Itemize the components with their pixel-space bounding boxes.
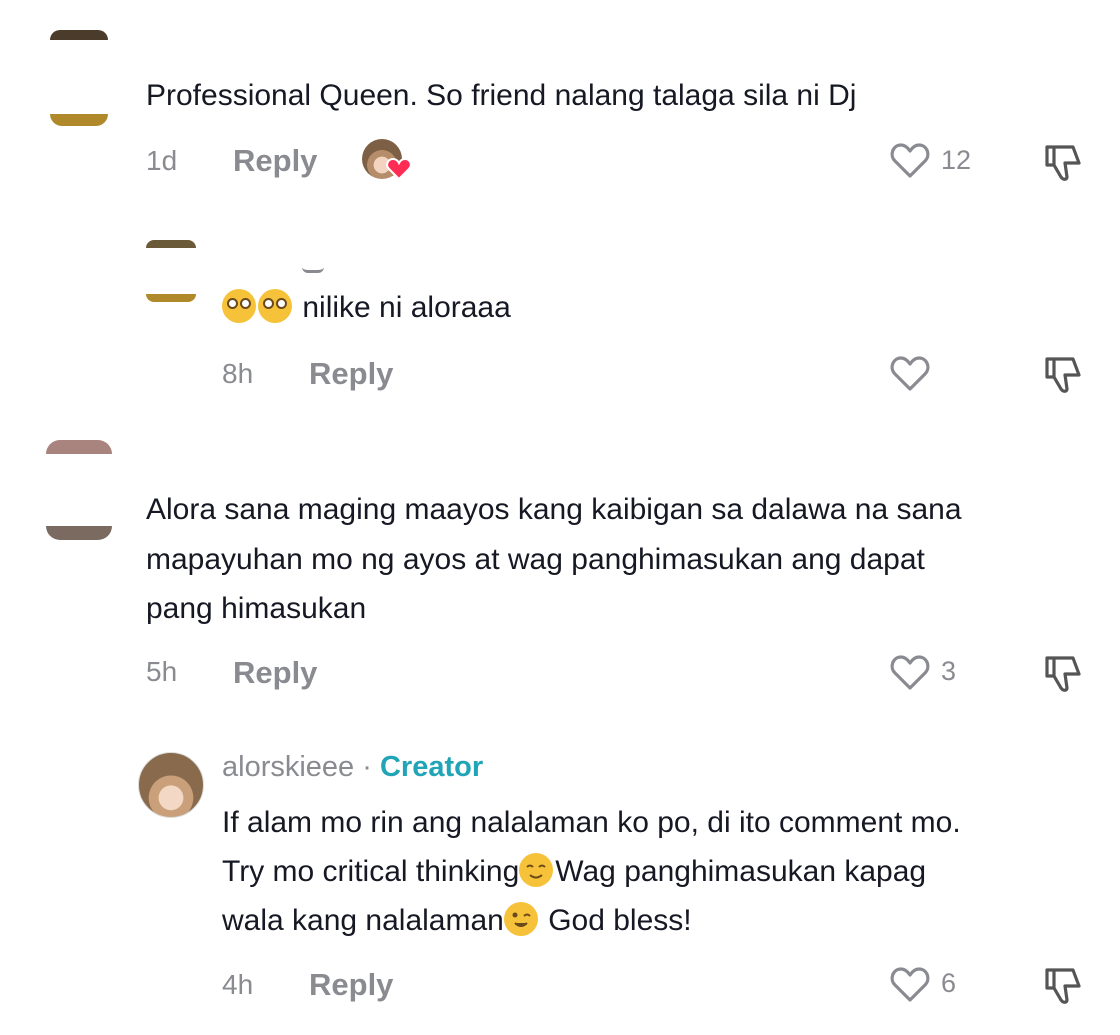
comment-text: Professional Queen. So friend nalang tal…: [146, 79, 857, 112]
username-fragment: [302, 262, 324, 273]
comment-text-line: pang himasukan: [146, 592, 367, 625]
creator-avatar[interactable]: [138, 752, 204, 818]
comment-text-line: wala kang nalalaman God bless!: [222, 902, 692, 937]
heart-icon: [890, 356, 930, 391]
like-count: 12: [941, 145, 972, 175]
like-button[interactable]: [889, 654, 931, 697]
comment-time: 8h: [222, 358, 254, 389]
like-count: 3: [941, 656, 957, 686]
dislike-button[interactable]: [1043, 654, 1083, 699]
like-count: 6: [941, 968, 957, 998]
dislike-button[interactable]: [1043, 355, 1083, 400]
relieved-emoji: [519, 853, 554, 887]
username[interactable]: alorskieee: [222, 751, 354, 783]
comment-text-line: mapayuhan mo ng ayos at wag panghimasuka…: [146, 543, 925, 576]
dislike-icon: [1045, 656, 1081, 692]
separator: ·: [362, 751, 372, 783]
reply-button[interactable]: Reply: [233, 655, 317, 691]
comment-time: 1d: [146, 145, 178, 176]
dislike-button[interactable]: [1043, 966, 1083, 1011]
heart-icon: [890, 967, 930, 1002]
creator-badge: Creator: [379, 751, 484, 783]
comment-text-line: Try mo critical thinking Wag panghimasuk…: [222, 853, 927, 888]
flushed-emoji: [258, 289, 292, 323]
creator-heart-icon: [386, 157, 412, 181]
like-button[interactable]: [889, 966, 931, 1009]
heart-icon: [890, 655, 930, 690]
comment-time: 5h: [146, 656, 178, 687]
wink-emoji: [503, 902, 538, 936]
comment-time: 4h: [222, 969, 254, 1000]
heart-icon: [890, 143, 930, 178]
like-button[interactable]: [889, 142, 931, 185]
reply-button[interactable]: Reply: [309, 356, 393, 392]
avatar[interactable]: [46, 440, 112, 540]
comment-text-line: If alam mo rin ang nalalaman ko po, di i…: [222, 806, 961, 839]
like-button[interactable]: [889, 355, 931, 398]
dislike-icon: [1045, 968, 1081, 1004]
comment-text: nilike ni aloraaa: [222, 283, 511, 332]
dislike-icon: [1045, 357, 1081, 393]
dislike-icon: [1045, 145, 1081, 181]
flushed-emoji: [222, 289, 256, 323]
dislike-button[interactable]: [1043, 143, 1083, 188]
avatar[interactable]: [46, 30, 112, 126]
reply-button[interactable]: Reply: [233, 143, 317, 179]
creator-liked-badge: [362, 139, 414, 183]
avatar[interactable]: [146, 240, 196, 302]
comment-text-line: Alora sana maging maayos kang kaibigan s…: [146, 493, 962, 526]
comment-username[interactable]: alorskieee · Creator: [222, 751, 483, 784]
reply-button[interactable]: Reply: [309, 967, 393, 1003]
